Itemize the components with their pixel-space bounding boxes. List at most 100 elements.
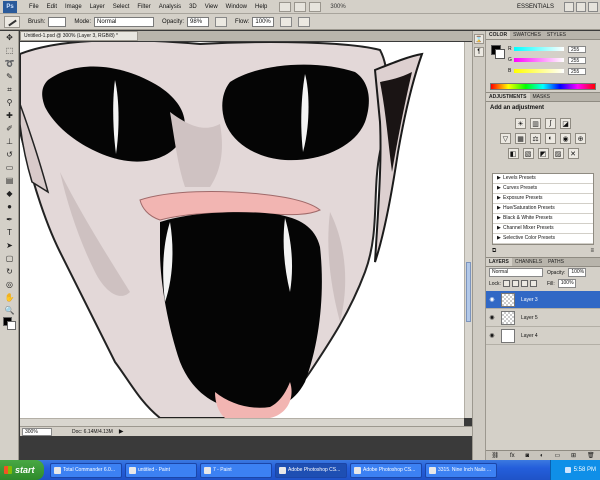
tab-paths[interactable]: PATHS xyxy=(545,258,567,266)
panel-menu-icon[interactable]: ≡ xyxy=(590,248,594,256)
tray-icon[interactable] xyxy=(564,467,571,473)
tablet-pressure-size-icon[interactable] xyxy=(298,16,311,27)
3d-rotate-tool-icon[interactable]: ↻ xyxy=(3,266,16,277)
menu-help[interactable]: Help xyxy=(251,0,271,14)
opacity-field[interactable]: 98% xyxy=(187,16,210,27)
healing-brush-tool-icon[interactable]: ✚ xyxy=(3,110,16,121)
clone-stamp-tool-icon[interactable]: ⊥ xyxy=(3,136,16,147)
menu-analysis[interactable]: Analysis xyxy=(155,0,185,14)
blur-tool-icon[interactable]: ◆ xyxy=(3,188,16,199)
tab-adjustments[interactable]: ADJUSTMENTS xyxy=(486,93,530,101)
hue-saturation-icon[interactable]: ▦ xyxy=(515,133,526,144)
quick-select-tool-icon[interactable]: ✎ xyxy=(3,71,16,82)
airbrush-icon[interactable] xyxy=(280,16,293,27)
taskbar-button-paint-untitled[interactable]: untitled - Paint xyxy=(125,462,197,478)
preset-item[interactable]: ▶ Hue/Saturation Presets xyxy=(493,204,593,214)
preset-item[interactable]: ▶ Selective Color Presets xyxy=(493,234,593,244)
preset-item[interactable]: ▶ Levels Presets xyxy=(493,174,593,184)
lock-position-icon[interactable] xyxy=(520,280,528,287)
layer-row[interactable]: ◉ Layer 4 xyxy=(486,327,600,345)
taskbar-button-media-player[interactable]: 3315. Nine Inch Nails ... xyxy=(425,462,497,478)
tablet-pressure-opacity-icon[interactable] xyxy=(215,16,228,27)
exposure-icon[interactable]: ◪ xyxy=(560,118,571,129)
tab-swatches[interactable]: SWATCHES xyxy=(510,31,544,39)
tab-channels[interactable]: CHANNELS xyxy=(512,258,545,266)
vertical-scrollbar[interactable] xyxy=(464,42,472,418)
marquee-tool-icon[interactable]: ⬚ xyxy=(3,45,16,56)
layer-style-icon[interactable]: fx xyxy=(510,453,515,459)
path-selection-tool-icon[interactable]: ➤ xyxy=(3,240,16,251)
gradient-tool-icon[interactable]: ▤ xyxy=(3,175,16,186)
menu-view[interactable]: View xyxy=(201,0,222,14)
workspace-switcher[interactable]: ESSENTIALS xyxy=(517,4,554,10)
menu-select[interactable]: Select xyxy=(109,0,134,14)
taskbar-button-photoshop-2[interactable]: Adobe Photoshop CS... xyxy=(350,462,422,478)
status-menu-arrow-icon[interactable]: ▶ xyxy=(119,428,124,435)
preset-item[interactable]: ▶ Channel Mixer Presets xyxy=(493,224,593,234)
menu-file[interactable]: File xyxy=(25,0,43,14)
color-background-swatch[interactable] xyxy=(495,49,505,59)
zoom-level[interactable]: 300% xyxy=(330,4,345,10)
selective-color-icon[interactable]: ✕ xyxy=(567,148,579,159)
add-mask-icon[interactable]: ◙ xyxy=(525,453,529,459)
channel-mixer-icon[interactable]: ⊕ xyxy=(575,133,586,144)
status-zoom-field[interactable]: 300% xyxy=(22,427,52,436)
tab-masks[interactable]: MASKS xyxy=(530,93,554,101)
blue-slider[interactable] xyxy=(514,69,564,73)
curves-icon[interactable]: ∫ xyxy=(545,118,556,129)
layer-row[interactable]: ◉ Layer 5 xyxy=(486,309,600,327)
brush-tool-icon[interactable]: ✐ xyxy=(3,123,16,134)
clip-to-layer-icon[interactable]: ⧉ xyxy=(492,248,496,256)
menu-layer[interactable]: Layer xyxy=(86,0,109,14)
layer-row[interactable]: ◉ Layer 3 xyxy=(486,291,600,309)
menu-window[interactable]: Window xyxy=(222,0,251,14)
zoom-tool-icon[interactable]: 🔍 xyxy=(3,305,16,316)
photo-filter-icon[interactable]: ◉ xyxy=(560,133,571,144)
posterize-icon[interactable]: ▧ xyxy=(522,148,534,159)
brightness-contrast-icon[interactable]: ☀ xyxy=(515,118,526,129)
start-button[interactable]: start xyxy=(0,460,44,480)
paragraph-panel-icon[interactable]: ¶ xyxy=(474,47,484,57)
preset-item[interactable]: ▶ Black & White Presets xyxy=(493,214,593,224)
lock-transparent-icon[interactable] xyxy=(502,280,510,287)
levels-icon[interactable]: ▥ xyxy=(530,118,541,129)
close-icon[interactable] xyxy=(588,1,598,12)
canvas[interactable] xyxy=(20,42,464,418)
minimize-icon[interactable] xyxy=(564,1,574,12)
visibility-eye-icon[interactable]: ◉ xyxy=(486,332,498,339)
lock-all-icon[interactable] xyxy=(529,280,537,287)
preset-item[interactable]: ▶ Exposure Presets xyxy=(493,194,593,204)
history-brush-tool-icon[interactable]: ↺ xyxy=(3,149,16,160)
bridge-button[interactable] xyxy=(279,1,292,12)
crop-tool-icon[interactable]: ⌗ xyxy=(3,84,16,95)
vertical-scroll-thumb[interactable] xyxy=(466,262,471,322)
brush-tool-preset-icon[interactable] xyxy=(4,15,20,28)
dodge-tool-icon[interactable]: ● xyxy=(3,201,16,212)
taskbar-button-total-commander[interactable]: Total Commander 6.0... xyxy=(50,462,122,478)
eyedropper-tool-icon[interactable]: ⚲ xyxy=(3,97,16,108)
menu-edit[interactable]: Edit xyxy=(43,0,61,14)
fill-field[interactable]: 100% xyxy=(557,279,576,288)
menu-3d[interactable]: 3D xyxy=(185,0,201,14)
horizontal-scrollbar[interactable] xyxy=(20,418,464,426)
visibility-eye-icon[interactable]: ◉ xyxy=(486,314,498,321)
shape-tool-icon[interactable]: ▢ xyxy=(3,253,16,264)
green-slider[interactable] xyxy=(514,58,564,62)
background-color-swatch[interactable] xyxy=(7,321,16,330)
gradient-map-icon[interactable]: ▨ xyxy=(552,148,564,159)
invert-icon[interactable]: ◧ xyxy=(507,148,519,159)
move-tool-icon[interactable]: ✥ xyxy=(3,32,16,43)
menu-filter[interactable]: Filter xyxy=(133,0,154,14)
new-group-icon[interactable]: ▭ xyxy=(554,452,560,459)
threshold-icon[interactable]: ◩ xyxy=(537,148,549,159)
link-layers-icon[interactable]: ⛓ xyxy=(491,452,499,459)
menu-image[interactable]: Image xyxy=(61,0,86,14)
flow-field[interactable]: 100% xyxy=(252,16,275,27)
new-adjustment-layer-icon[interactable]: ◐ xyxy=(540,453,544,459)
hand-tool-icon[interactable]: ✋ xyxy=(3,292,16,303)
tab-styles[interactable]: STYLES xyxy=(544,31,569,39)
lasso-tool-icon[interactable]: ➰ xyxy=(3,58,16,69)
pen-tool-icon[interactable]: ✒ xyxy=(3,214,16,225)
maximize-icon[interactable] xyxy=(576,1,586,12)
new-layer-icon[interactable]: ⊞ xyxy=(571,452,576,459)
